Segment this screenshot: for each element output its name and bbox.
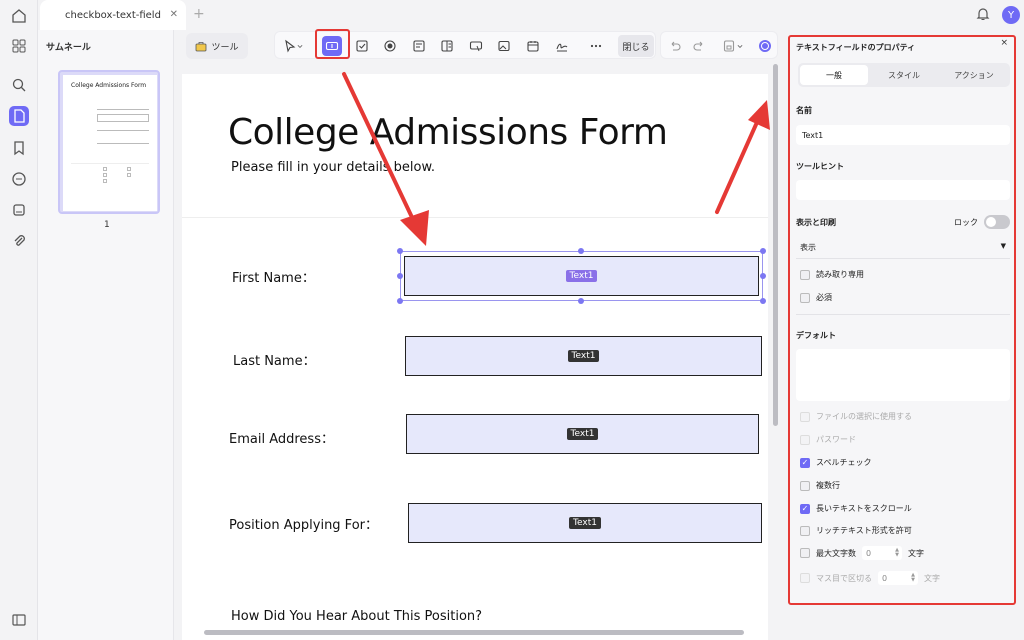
page-number: 1: [104, 220, 110, 230]
default-label: デフォルト: [796, 331, 836, 340]
lock-label: ロック: [954, 218, 978, 227]
tooltip-label: ツールヒント: [796, 162, 844, 171]
field-name-tag: Text1: [569, 517, 601, 529]
display-print-label: 表示と印刷: [796, 218, 836, 227]
thumbnail-page: College Admissions Form: [63, 75, 157, 211]
email-field[interactable]: Text1: [406, 414, 759, 454]
date-tool-icon[interactable]: [523, 36, 543, 56]
document-tab[interactable]: checkbox-text-field ✕: [40, 0, 186, 30]
search-icon[interactable]: [9, 75, 29, 95]
divider: [182, 217, 768, 218]
redo-icon[interactable]: [689, 36, 709, 56]
field-name-tag: Text1: [566, 428, 599, 440]
button-tool-icon[interactable]: [466, 36, 486, 56]
required-checkbox[interactable]: 必須: [800, 292, 832, 303]
readonly-checkbox[interactable]: 読み取り専用: [800, 269, 864, 280]
properties-title: テキストフィールドのプロパティ: [796, 43, 916, 52]
signature-tool-icon[interactable]: [552, 36, 572, 56]
tab-style[interactable]: スタイル: [870, 65, 938, 85]
last-name-field[interactable]: Text1: [405, 336, 762, 376]
max-chars-checkbox[interactable]: 最大文字数 0 ▲ ▼ 文字: [800, 546, 924, 560]
question-label: How Did You Hear About This Position?: [231, 609, 483, 624]
thumbnail-title: College Admissions Form: [71, 82, 147, 89]
tab-action[interactable]: アクション: [940, 65, 1008, 85]
tab-bar: checkbox-text-field ✕ + Y: [38, 0, 1024, 30]
default-value-input[interactable]: [796, 349, 1010, 401]
text-field-properties-panel: テキストフィールドのプロパティ × 一般 スタイル アクション 名前 Text1…: [788, 35, 1016, 605]
spellcheck-checkbox[interactable]: ✓ スペルチェック: [800, 457, 871, 468]
name-label: 名前: [796, 106, 812, 115]
last-name-label: Last Name：: [233, 354, 316, 369]
page-thumbnail[interactable]: College Admissions Form: [58, 70, 160, 214]
save-options-chevron-icon[interactable]: [735, 36, 745, 56]
home-icon[interactable]: [9, 6, 29, 26]
close-panel-icon[interactable]: ×: [1000, 38, 1008, 48]
position-field[interactable]: Text1: [408, 503, 762, 543]
combo-box-tool-icon[interactable]: [409, 36, 429, 56]
comb-stepper[interactable]: 0 ▲ ▼: [878, 571, 918, 585]
file-select-checkbox[interactable]: ファイルの選択に使用する: [800, 411, 912, 422]
avatar[interactable]: Y: [1002, 6, 1020, 24]
position-label: Position Applying For：: [229, 518, 378, 533]
tooltip-input[interactable]: [796, 180, 1010, 200]
visibility-select[interactable]: 表示 ▼: [796, 237, 1010, 257]
visibility-value: 表示: [800, 243, 816, 252]
list-box-tool-icon[interactable]: [437, 36, 457, 56]
toolbox-icon: [196, 41, 207, 51]
max-chars-stepper[interactable]: 0 ▲ ▼: [862, 546, 902, 560]
dropdown-caret-icon: ▼: [1000, 242, 1006, 250]
new-tab-icon[interactable]: +: [193, 6, 205, 22]
document-icon[interactable]: [9, 106, 29, 126]
stamp-icon[interactable]: [9, 200, 29, 220]
thumbnail-panel: サムネール College Admissions Form 1: [38, 30, 174, 640]
sidebar-toggle-icon[interactable]: [9, 610, 29, 630]
first-name-label: First Name：: [232, 271, 315, 286]
tools-label: ツール: [211, 42, 239, 53]
email-label: Email Address：: [229, 432, 334, 447]
thumbnail-panel-title: サムネール: [46, 43, 91, 53]
tab-general[interactable]: 一般: [800, 65, 868, 85]
rich-text-checkbox[interactable]: リッチテキスト形式を許可: [800, 525, 912, 536]
name-input[interactable]: Text1: [796, 125, 1010, 145]
undo-icon[interactable]: [665, 36, 685, 56]
divider: [796, 314, 1010, 315]
multiline-checkbox[interactable]: 複数行: [800, 480, 840, 491]
chevron-down-icon[interactable]: [295, 36, 305, 56]
password-checkbox[interactable]: パスワード: [800, 434, 856, 445]
properties-tabs: 一般 スタイル アクション: [798, 63, 1010, 87]
comb-checkbox[interactable]: マス目で区切る 0 ▲ ▼ 文字: [800, 571, 940, 585]
close-form-edit-button[interactable]: 閉じる: [618, 35, 654, 57]
close-tab-icon[interactable]: ✕: [170, 9, 178, 20]
text-field-tool-highlight: [315, 29, 350, 59]
bell-icon[interactable]: [976, 6, 990, 26]
scroll-long-text-checkbox[interactable]: ✓ 長いテキストをスクロール: [800, 503, 912, 514]
field-name-tag: Text1: [567, 350, 600, 362]
ai-assistant-icon[interactable]: [755, 36, 775, 56]
grid-icon[interactable]: [9, 36, 29, 56]
tools-button[interactable]: ツール: [186, 33, 248, 59]
more-icon[interactable]: [586, 36, 606, 56]
attachment-icon[interactable]: [9, 231, 29, 251]
first-name-field[interactable]: Text1: [404, 256, 759, 296]
checkbox-tool-icon[interactable]: [352, 36, 372, 56]
divider: [796, 258, 1010, 259]
tab-title: checkbox-text-field: [65, 9, 161, 21]
bookmark-icon[interactable]: [9, 138, 29, 158]
lock-toggle[interactable]: [984, 215, 1010, 229]
radio-button-tool-icon[interactable]: [380, 36, 400, 56]
image-tool-icon[interactable]: [494, 36, 514, 56]
annotation-arrow-down: [342, 72, 429, 246]
annotation-arrow-up: [715, 100, 770, 214]
horizontal-scrollbar[interactable]: [204, 630, 744, 635]
history-toolbar: [660, 31, 778, 59]
field-name-tag: Text1: [565, 270, 598, 282]
left-rail: [0, 0, 38, 640]
comment-icon[interactable]: [9, 169, 29, 189]
